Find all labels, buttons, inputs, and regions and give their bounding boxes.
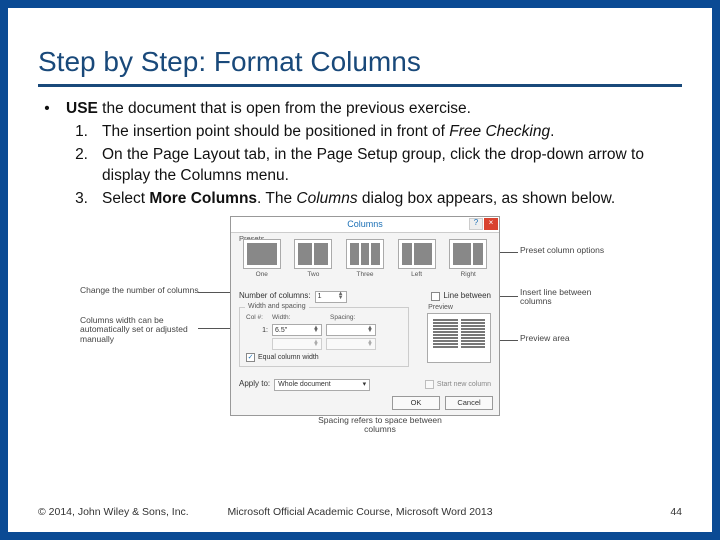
callout-presets: Preset column options — [520, 246, 610, 256]
preset-three[interactable]: Three — [342, 239, 388, 285]
lead-bold: USE — [66, 100, 98, 117]
preset-two[interactable]: Two — [291, 239, 337, 285]
checkbox-icon — [431, 292, 440, 301]
spacing-stepper[interactable]: ▲▼ — [326, 324, 376, 336]
step-text: On the Page Layout tab, in the Page Setu… — [102, 145, 682, 187]
slide-footer: © 2014, John Wiley & Sons, Inc. Microsof… — [38, 506, 682, 518]
width-stepper-disabled: ▲▼ — [272, 338, 322, 350]
width-stepper[interactable]: 6.5"▲▼ — [272, 324, 322, 336]
callout-line — [498, 296, 518, 297]
preset-one[interactable]: One — [239, 239, 285, 285]
callout-line — [498, 252, 518, 253]
spinner-arrows-icon: ▲▼ — [367, 327, 373, 334]
step-1: 1. The insertion point should be positio… — [66, 122, 682, 143]
callout-num-columns: Change the number of columns — [80, 286, 200, 296]
columns-dialog-figure: Change the number of columns Columns wid… — [80, 216, 640, 428]
start-new-column-checkbox: Start new column — [425, 380, 491, 389]
spacing-stepper-disabled: ▲▼ — [326, 338, 376, 350]
apply-to-label: Apply to: — [239, 379, 270, 390]
callout-line-between: Insert line between columns — [520, 288, 620, 308]
cancel-button[interactable]: Cancel — [445, 396, 493, 410]
close-icon[interactable]: × — [484, 218, 498, 230]
preset-left-icon — [398, 239, 436, 269]
dialog-titlebar: Columns ? × — [231, 217, 499, 233]
ws-row-1: 1: 6.5"▲▼ ▲▼ — [240, 323, 408, 337]
presets-row: One Two Three Left — [239, 239, 491, 285]
ws-row-2: ▲▼ ▲▼ — [240, 337, 408, 351]
step-number: 2. — [66, 145, 88, 187]
checkbox-icon: ✓ — [246, 353, 255, 362]
callout-spacing: Spacing refers to space between columns — [310, 416, 450, 436]
preset-right[interactable]: Right — [445, 239, 491, 285]
apply-to-dropdown[interactable]: Whole document ▾ — [274, 379, 370, 391]
dialog-title: Columns — [347, 218, 383, 230]
preset-one-icon — [243, 239, 281, 269]
footer-center: Microsoft Official Academic Course, Micr… — [38, 506, 682, 518]
columns-dialog: Columns ? × Presets One Two — [230, 216, 500, 416]
apply-to-row: Apply to: Whole document ▾ Start new col… — [239, 379, 491, 391]
ws-group-title: Width and spacing — [245, 302, 309, 311]
slide-body: • USE the document that is open from the… — [38, 99, 682, 428]
step-number: 1. — [66, 122, 88, 143]
callout-col-width: Columns width can be automatically set o… — [80, 316, 200, 345]
step-2: 2. On the Page Layout tab, in the Page S… — [66, 145, 682, 187]
width-spacing-group: Width and spacing Col #: Width: Spacing:… — [239, 307, 409, 367]
step-number: 3. — [66, 189, 88, 210]
equal-width-checkbox[interactable]: ✓ Equal column width — [246, 353, 319, 362]
dialog-buttons: OK Cancel — [392, 396, 493, 410]
preview-area — [427, 313, 491, 363]
spinner-arrows-icon: ▲▼ — [313, 327, 319, 334]
dialog-help-button[interactable]: ? — [469, 218, 483, 230]
preset-left[interactable]: Left — [394, 239, 440, 285]
step-text: Select More Columns. The Columns dialog … — [102, 189, 615, 210]
lead-text: USE the document that is open from the p… — [66, 99, 471, 120]
preview-label: Preview — [428, 303, 453, 312]
callout-line — [498, 340, 518, 341]
ok-button[interactable]: OK — [392, 396, 440, 410]
lead-bullet: • USE the document that is open from the… — [38, 99, 682, 120]
steps-list: 1. The insertion point should be positio… — [66, 122, 682, 210]
spinner-arrows-icon: ▲▼ — [338, 293, 344, 300]
num-columns-label: Number of columns: — [239, 291, 311, 302]
bullet-dot-icon: • — [38, 99, 56, 120]
chevron-down-icon: ▾ — [363, 380, 367, 389]
checkbox-icon — [425, 380, 434, 389]
step-3: 3. Select More Columns. The Columns dial… — [66, 189, 682, 210]
preset-right-icon — [449, 239, 487, 269]
step-text: The insertion point should be positioned… — [102, 122, 554, 143]
preset-two-icon — [294, 239, 332, 269]
slide-title: Step by Step: Format Columns — [38, 46, 682, 87]
preset-three-icon — [346, 239, 384, 269]
num-columns-stepper[interactable]: 1 ▲▼ — [315, 291, 347, 303]
callout-preview: Preview area — [520, 334, 610, 344]
slide: Step by Step: Format Columns • USE the d… — [8, 8, 712, 532]
line-between-checkbox[interactable]: Line between — [431, 291, 491, 302]
lead-rest: the document that is open from the previ… — [98, 100, 471, 117]
